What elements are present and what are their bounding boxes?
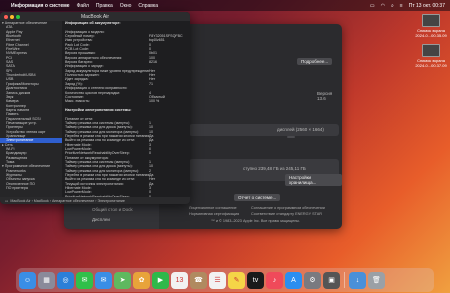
appstore-icon[interactable]: A — [285, 271, 302, 289]
settings-icon[interactable]: ⚙ — [304, 271, 321, 289]
tv-icon[interactable]: tv — [247, 271, 264, 289]
mail-icon[interactable]: ✉ — [95, 271, 112, 289]
category-tree[interactable]: ▾ Аппаратное обеспечение ATA Apple Pay Blue… — [0, 21, 62, 197]
calendar-icon[interactable]: 13 — [171, 271, 188, 289]
system-report-button[interactable]: Отчет о системе... — [234, 194, 281, 201]
contacts-icon[interactable]: ☎ — [190, 271, 207, 289]
messages-icon[interactable]: ✉ — [76, 271, 93, 289]
menu-edit[interactable]: Правка — [96, 3, 113, 9]
menu-app-name[interactable]: Информация о системе — [11, 3, 70, 9]
display-settings-button[interactable] — [287, 136, 295, 138]
desktop-file-1[interactable]: Снимок экрана 2024-0...00.35.09 — [414, 14, 448, 38]
version-label: Версия 13.6 — [317, 91, 333, 101]
detail-pane: Информация об аккумуляторе: Информация о… — [63, 21, 190, 197]
menu-bar: Информация о системе Файл Правка Окно Сп… — [0, 0, 450, 11]
wifi-icon[interactable]: ◠ — [381, 3, 385, 9]
display-resolution: дисплей (2560 × 1664) — [277, 127, 324, 132]
photos-icon[interactable]: ✿ — [133, 271, 150, 289]
window-title-bar[interactable]: MacBook Air — [0, 12, 190, 21]
link-license[interactable]: Лицензионное соглашение — [189, 206, 237, 210]
link-regulatory[interactable]: Нормативная сертификация — [189, 212, 239, 216]
menu-file[interactable]: Файл — [77, 3, 89, 9]
system-info-window: MacBook Air ▾ Аппаратное обеспечение ATA A… — [0, 12, 190, 204]
spotlight-icon[interactable]: ⌕ — [391, 3, 394, 9]
menu-window[interactable]: Окно — [120, 3, 132, 9]
menu-help[interactable]: Справка — [138, 3, 158, 9]
screenshot-thumbnail-icon — [422, 14, 440, 27]
system-info-icon[interactable]: ▣ — [323, 271, 340, 289]
launchpad-icon[interactable]: ▦ — [38, 271, 55, 289]
facetime-icon[interactable]: ▶ — [152, 271, 169, 289]
battery-icon[interactable]: ▭ — [370, 3, 375, 9]
link-energy-star[interactable]: Соответствие стандарту ENERGY STAR — [251, 212, 322, 216]
minimize-button[interactable] — [10, 14, 14, 19]
window-title: MacBook Air — [80, 13, 110, 20]
dock: ☺ ▦ ◎ ✉ ✉ ➤ ✿ ▶ 13 ☎ ☰ ✎ tv ♪ A ⚙ ▣ ↓ 🗑 — [16, 268, 434, 292]
reminders-icon[interactable]: ☰ — [209, 271, 226, 289]
link-software-agreement[interactable]: Соглашение о программном обеспечении — [251, 206, 325, 210]
path-bar: ▭ MacBook Air › MacBook › Аппаратное обе… — [0, 197, 190, 204]
storage-text: ступно 239,48 ГБ из 245,11 ГБ — [243, 166, 306, 171]
maps-icon[interactable]: ➤ — [114, 271, 131, 289]
storage-settings-button[interactable]: Настройки хранилища... — [285, 174, 342, 186]
tree-item[interactable]: ПО принтера — [0, 186, 62, 190]
more-info-button[interactable]: Подробнее... — [297, 58, 333, 65]
notes-icon[interactable]: ✎ — [228, 271, 245, 289]
zoom-button[interactable] — [16, 14, 20, 19]
finder-icon[interactable]: ☺ — [19, 271, 36, 289]
trash-icon[interactable]: 🗑 — [368, 271, 385, 289]
sidebar-item-displays[interactable]: Дисплеи — [92, 217, 110, 222]
control-center-icon[interactable]: ≡ — [400, 3, 403, 9]
dock-separator — [344, 272, 345, 288]
path-text: MacBook Air › MacBook › Аппаратное обесп… — [10, 198, 125, 203]
safari-icon[interactable]: ◎ — [57, 271, 74, 289]
desktop-file-1-sub: 2024-0...00.35.09 — [415, 33, 447, 38]
screenshot-thumbnail-icon — [422, 44, 440, 57]
copyright-text: ™ и © 1983–2023 Apple Inc. Все права защ… — [211, 219, 301, 223]
desktop-file-2-sub: 2024-0...00.37.09 — [415, 63, 447, 68]
menu-clock[interactable]: Пт 13 окт. 00:37 — [409, 3, 445, 9]
downloads-icon[interactable]: ↓ — [349, 271, 366, 289]
music-icon[interactable]: ♪ — [266, 271, 283, 289]
desktop-file-2[interactable]: Снимок экрана 2024-0...00.37.09 — [414, 44, 448, 68]
close-button[interactable] — [4, 14, 8, 19]
sidebar-item-desktop-dock[interactable]: Общий стол и Dock — [92, 207, 133, 212]
computer-icon: ▭ — [5, 198, 9, 203]
